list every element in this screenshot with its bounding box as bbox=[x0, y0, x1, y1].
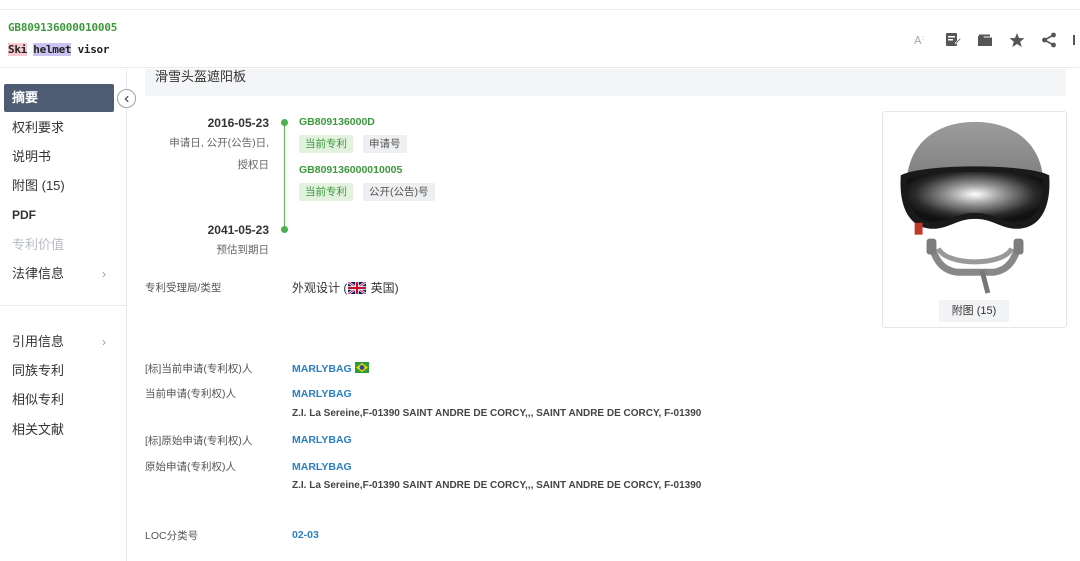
application-number-tag: 申请号 bbox=[363, 135, 407, 153]
sidebar-item-label: 法律信息 bbox=[12, 266, 65, 281]
chevron-right-icon: › bbox=[102, 335, 106, 349]
office-type-prefix: 外观设计 ( bbox=[292, 281, 348, 295]
sidebar-item-citations[interactable]: 引用信息 › bbox=[4, 328, 114, 356]
sidebar-item-label: 权利要求 bbox=[12, 120, 65, 135]
applicant-original-address: Z.I. La Sereine,F-01390 SAINT ANDRE DE C… bbox=[292, 480, 702, 491]
sidebar-item-drawings[interactable]: 附图 (15) bbox=[4, 172, 114, 200]
chinese-title: 滑雪头盔遮阳板 bbox=[145, 69, 1066, 96]
star-icon[interactable] bbox=[1008, 31, 1026, 49]
sidebar-item-family[interactable]: 同族专利 bbox=[4, 357, 114, 385]
sidebar-item-label: 专利价值 bbox=[12, 237, 65, 252]
applicant-std-original-link[interactable]: MARLYBAG bbox=[292, 434, 352, 446]
sidebar-item-legal-info[interactable]: 法律信息 › bbox=[4, 260, 114, 288]
title-word-ski: Ski bbox=[8, 43, 27, 56]
sidebar-item-label: 附图 (15) bbox=[12, 178, 65, 193]
folder-icon[interactable] bbox=[976, 31, 994, 49]
sidebar-item-label: 摘要 bbox=[12, 90, 39, 105]
publication-number[interactable]: GB809136000010005 bbox=[8, 21, 117, 34]
sidebar-nav: 摘要 权利要求 说明书 附图 (15) PDF 专利价值 法律信息 › 引用信息 ›… bbox=[0, 69, 127, 561]
svg-text::: : bbox=[922, 34, 924, 42]
collapse-sidebar-button[interactable] bbox=[117, 89, 136, 108]
applicant-std-current-label: [标]当前申请(专利权)人 bbox=[145, 363, 253, 375]
timeline-line bbox=[284, 123, 285, 230]
applicant-original-link[interactable]: MARLYBAG bbox=[292, 461, 352, 473]
sidebar-item-patent-value: 专利价值 bbox=[4, 231, 114, 259]
applicant-original-label: 原始申请(专利权)人 bbox=[145, 461, 236, 473]
sidebar-item-label: 同族专利 bbox=[12, 363, 65, 378]
sidebar-item-similar[interactable]: 相似专利 bbox=[4, 386, 114, 414]
title-word-visor: visor bbox=[77, 43, 110, 56]
filing-date: 2016-05-23 bbox=[207, 116, 269, 130]
title-word-helmet: helmet bbox=[33, 43, 72, 56]
office-type-value: 外观设计 ( 英国) bbox=[292, 279, 399, 296]
edit-note-icon[interactable] bbox=[944, 31, 962, 49]
expiry-date: 2041-05-23 bbox=[207, 223, 269, 237]
sidebar-item-label: 说明书 bbox=[12, 149, 52, 164]
applicant-std-original-label: [标]原始申请(专利权)人 bbox=[145, 435, 253, 447]
filing-date-label: 申请日, 公开(公告)日, bbox=[169, 137, 269, 149]
office-type-label: 专利受理局/类型 bbox=[145, 282, 222, 294]
share-icon[interactable] bbox=[1040, 31, 1058, 49]
drawing-preview-card[interactable]: 附图 (15) bbox=[882, 111, 1067, 328]
font-size-icon[interactable]: A: bbox=[912, 31, 930, 49]
sidebar-item-label: 相关文献 bbox=[12, 422, 65, 437]
sidebar-item-pdf[interactable]: PDF bbox=[4, 201, 114, 229]
publication-number-tag: 公开(公告)号 bbox=[363, 183, 435, 201]
main-content: 滑雪头盔遮阳板 2016-05-23 申请日, 公开(公告)日, 授权日 GB8… bbox=[128, 69, 1080, 561]
drawing-count-caption[interactable]: 附图 (15) bbox=[939, 300, 1009, 322]
office-type-suffix: 英国) bbox=[367, 281, 399, 295]
sidebar-item-abstract[interactable]: 摘要 bbox=[4, 84, 114, 112]
patent-title: Ski helmet visor bbox=[8, 43, 109, 56]
top-strip bbox=[0, 0, 1080, 10]
loc-class-link[interactable]: 02-03 bbox=[292, 529, 319, 541]
publication-number-timeline[interactable]: GB809136000010005 bbox=[299, 164, 402, 176]
expiry-date-label: 预估到期日 bbox=[216, 244, 270, 256]
svg-text:A: A bbox=[914, 34, 922, 47]
chevron-left-icon bbox=[124, 95, 129, 102]
applicant-current-address: Z.I. La Sereine,F-01390 SAINT ANDRE DE C… bbox=[292, 408, 702, 419]
applicant-std-current-link[interactable]: MARLYBAG bbox=[292, 362, 369, 375]
sidebar-item-label: 引用信息 bbox=[12, 334, 65, 349]
loc-class-label: LOC分类号 bbox=[145, 530, 199, 542]
more-icon[interactable] bbox=[1072, 31, 1076, 49]
applicant-name: MARLYBAG bbox=[292, 363, 352, 375]
ski-helmet-image bbox=[900, 121, 1050, 294]
current-patent-tag: 当前专利 bbox=[299, 183, 353, 201]
application-number[interactable]: GB809136000D bbox=[299, 116, 375, 128]
timeline-dot bbox=[281, 226, 288, 233]
timeline-dot bbox=[281, 119, 288, 126]
sidebar-item-label: PDF bbox=[12, 208, 36, 222]
patent-header: GB809136000010005 Ski helmet visor A: bbox=[0, 10, 1080, 68]
sidebar-item-description[interactable]: 说明书 bbox=[4, 143, 114, 171]
sidebar-item-label: 相似专利 bbox=[12, 392, 65, 407]
sidebar-divider bbox=[0, 305, 126, 306]
chevron-right-icon: › bbox=[102, 267, 106, 281]
sidebar-item-claims[interactable]: 权利要求 bbox=[4, 114, 114, 142]
brazil-flag-icon bbox=[354, 362, 369, 373]
applicant-current-label: 当前申请(专利权)人 bbox=[145, 388, 236, 400]
applicant-current-link[interactable]: MARLYBAG bbox=[292, 388, 352, 400]
uk-flag-icon bbox=[348, 282, 367, 294]
header-toolbar: A: bbox=[912, 28, 1080, 52]
sidebar-item-related-docs[interactable]: 相关文献 bbox=[4, 416, 114, 444]
grant-date-label: 授权日 bbox=[237, 159, 270, 171]
current-patent-tag: 当前专利 bbox=[299, 135, 353, 153]
